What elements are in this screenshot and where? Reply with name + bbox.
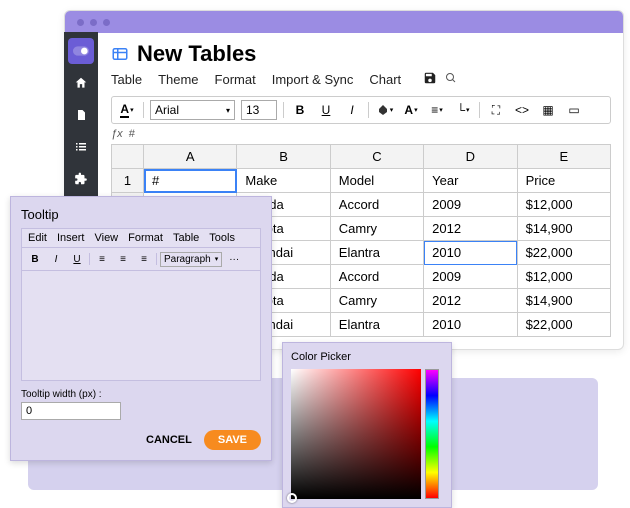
sidebar-item-document[interactable] [68,102,94,128]
italic-icon[interactable]: I [47,251,65,267]
window-control-dot[interactable] [90,19,97,26]
tooltip-width-label: Tooltip width (px) : [21,389,261,400]
cell[interactable]: 2009 [424,265,517,289]
save-icon[interactable] [423,71,437,88]
align-center-icon[interactable]: ≡ [114,251,132,267]
col-header-c[interactable]: C [330,145,423,169]
tooltip-menu-edit[interactable]: Edit [28,232,47,244]
cell[interactable]: Camry [330,289,423,313]
align-left-icon[interactable]: ≡ [93,251,111,267]
color-picker-title: Color Picker [291,351,443,363]
menubar: Table Theme Format Import & Sync Chart [111,71,611,88]
font-name: Arial [155,103,179,117]
cell[interactable]: $22,000 [517,241,610,265]
border-icon[interactable]: ▭ [564,101,584,119]
cell[interactable]: Price [517,169,610,193]
underline-icon[interactable]: U [316,101,336,119]
tooltip-menu-table[interactable]: Table [173,232,199,244]
sidebar-item-toggle[interactable] [68,38,94,64]
cell[interactable]: Elantra [330,313,423,337]
font-size-input[interactable]: 13 [241,100,277,120]
cell[interactable]: Elantra [330,241,423,265]
tooltip-menu-insert[interactable]: Insert [57,232,85,244]
window-control-dot[interactable] [77,19,84,26]
tooltip-title: Tooltip [21,207,261,222]
color-cursor-icon[interactable] [287,493,297,503]
sidebar-item-list[interactable] [68,134,94,160]
color-picker-dialog: Color Picker [282,342,452,508]
paragraph-select[interactable]: Paragraph▾ [160,252,222,267]
grid-icon[interactable]: ▦ [538,101,558,119]
cell[interactable]: Accord [330,265,423,289]
cell[interactable]: Model [330,169,423,193]
col-header-a[interactable]: A [144,145,237,169]
tooltip-menu-tools[interactable]: Tools [209,232,235,244]
sidebar-item-home[interactable] [68,70,94,96]
cell[interactable]: 2012 [424,217,517,241]
text-color-icon[interactable]: A▾ [117,101,137,119]
cell[interactable]: 2009 [424,193,517,217]
format-toolbar: A▾ Arial▾ 13 B U I ▾ A▾ ≡▾ └▾ ⛶ <> ▦ ▭ [111,96,611,124]
fx-label: ƒx [111,128,123,140]
align-icon[interactable]: ≡▾ [427,101,447,119]
fx-value[interactable]: # [129,128,135,140]
hue-slider[interactable] [425,369,439,499]
page-title: New Tables [137,41,256,67]
tooltip-editor[interactable] [21,271,261,381]
cell[interactable]: $14,900 [517,217,610,241]
cell[interactable]: Make [237,169,330,193]
tooltip-toolbar: B I U ≡ ≡ ≡ Paragraph▾ ··· [21,248,261,271]
search-icon[interactable] [445,72,457,87]
cell[interactable]: Camry [330,217,423,241]
window-control-dot[interactable] [103,19,110,26]
col-header-b[interactable]: B [237,145,330,169]
underline-icon[interactable]: U [68,251,86,267]
tooltip-width-input[interactable] [21,402,121,420]
expand-icon[interactable]: ⛶ [486,101,506,119]
paragraph-label: Paragraph [164,254,211,265]
table-row: 1 # Make Model Year Price [112,169,611,193]
cell[interactable]: $14,900 [517,289,610,313]
sidebar-item-plugin[interactable] [68,166,94,192]
cell[interactable]: # [144,169,237,193]
bold-icon[interactable]: B [26,251,44,267]
cell[interactable]: $22,000 [517,313,610,337]
table-icon [111,45,129,63]
line-icon[interactable]: └▾ [453,101,473,119]
corner-cell[interactable] [112,145,144,169]
cancel-button[interactable]: CANCEL [146,434,192,446]
formula-bar: ƒx # [111,128,611,140]
menu-format[interactable]: Format [215,72,256,87]
fill-color-icon[interactable]: ▾ [375,101,395,119]
cell[interactable]: $12,000 [517,265,610,289]
row-header[interactable]: 1 [112,169,144,193]
align-right-icon[interactable]: ≡ [135,251,153,267]
tooltip-menu-format[interactable]: Format [128,232,163,244]
text-color-dropdown-icon[interactable]: A▾ [401,101,421,119]
menu-import-sync[interactable]: Import & Sync [272,72,354,87]
font-select[interactable]: Arial▾ [150,100,235,120]
menu-theme[interactable]: Theme [158,72,198,87]
cell[interactable]: $12,000 [517,193,610,217]
menu-chart[interactable]: Chart [369,72,401,87]
tooltip-menubar: Edit Insert View Format Table Tools [21,228,261,248]
cell[interactable]: Year [424,169,517,193]
more-icon[interactable]: ··· [225,251,243,267]
italic-icon[interactable]: I [342,101,362,119]
save-button[interactable]: SAVE [204,430,261,450]
bold-icon[interactable]: B [290,101,310,119]
col-header-d[interactable]: D [424,145,517,169]
cell[interactable]: 2010 [424,241,517,265]
code-icon[interactable]: <> [512,101,532,119]
cell[interactable]: 2010 [424,313,517,337]
cell[interactable]: Accord [330,193,423,217]
cell[interactable]: 2012 [424,289,517,313]
tooltip-dialog: Tooltip Edit Insert View Format Table To… [10,196,272,461]
tooltip-menu-view[interactable]: View [94,232,118,244]
col-header-e[interactable]: E [517,145,610,169]
window-titlebar [65,11,623,33]
saturation-value-square[interactable] [291,369,421,499]
menu-table[interactable]: Table [111,72,142,87]
